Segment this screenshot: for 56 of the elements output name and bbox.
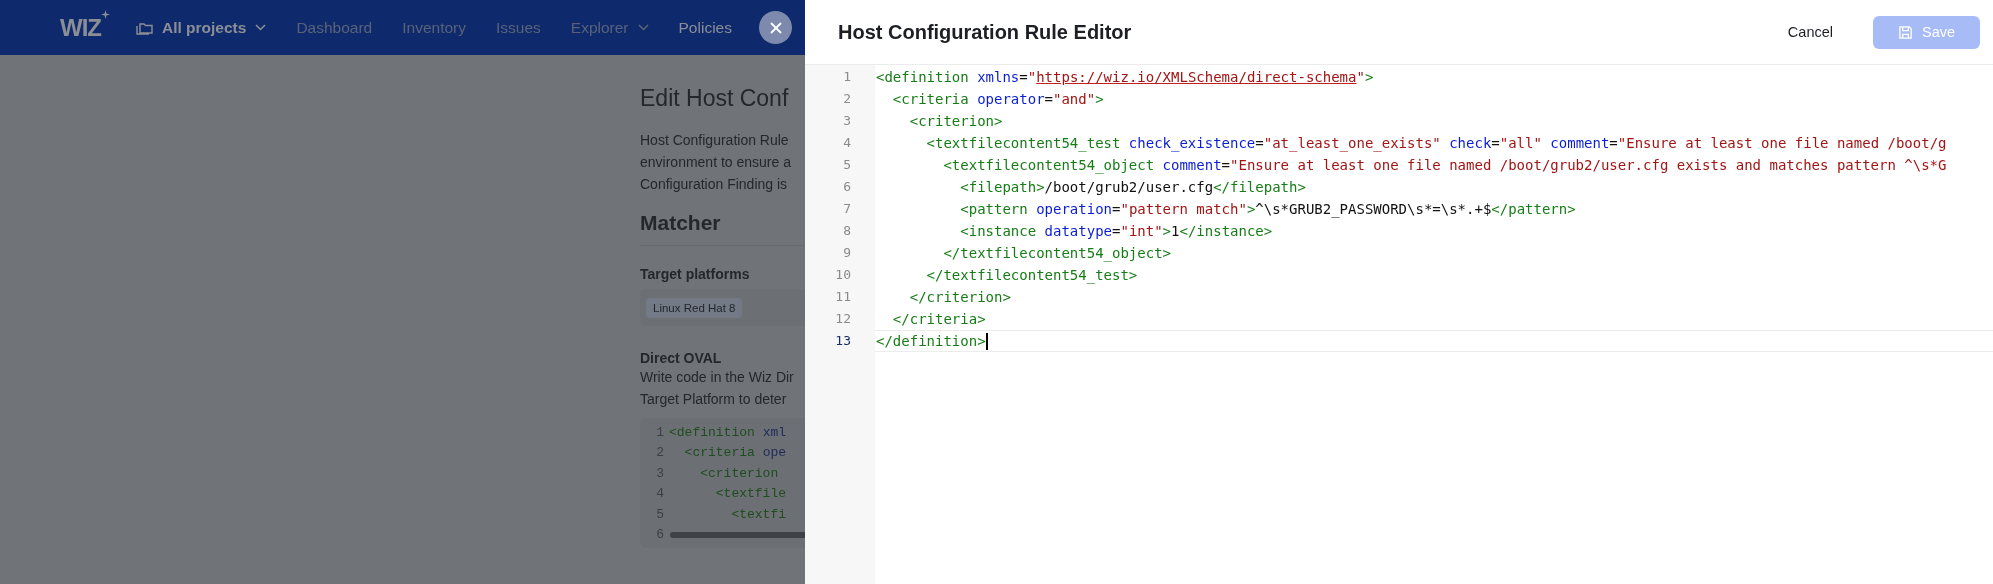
description-text: environment to ensure a [640, 153, 792, 172]
line-number: 13 [834, 332, 852, 350]
code-line: <definition xml [669, 424, 787, 440]
field-label: Direct OVAL [640, 350, 723, 366]
nav-tab[interactable]: Dashboard [296, 18, 373, 37]
description-text: Write code in the Wiz Dir [640, 368, 795, 387]
nav-tab[interactable]: Inventory [402, 18, 466, 37]
code-line: <filepath>/boot/grub2/user.cfg</filepath> [959, 179, 1306, 195]
code-line: <criteria ope [683, 445, 787, 461]
nav-tab[interactable]: Explorer [570, 18, 649, 37]
code-line: <textfilecontent54_test check_existence="at_least_one_exists" check="all" comment="Ensure at least one file named /boot/g [925, 135, 1947, 151]
line-number: 7 [842, 200, 852, 218]
line-number: 10 [834, 266, 852, 284]
code-line: <textfi [730, 506, 787, 522]
code-line: <pattern operation="pattern match">^\s*GRUB2_PASSWORD\s*=\s*.+$</pattern> [959, 201, 1576, 217]
drawer-title: Host Configuration Rule Editor [838, 20, 1133, 44]
line-number: 11 [834, 288, 852, 306]
platform-select[interactable]: Linux Red Hat 8 [640, 289, 805, 326]
nav-tab[interactable]: Issues [496, 18, 541, 37]
project-picker[interactable]: All projects [136, 18, 267, 37]
code-line: <textfilecontent54_object comment="Ensure at least one file named /boot/grub2/user.cfg exists and matches pattern ^\s*G [942, 157, 1947, 173]
platform-chip: Linux Red Hat 8 [646, 297, 743, 318]
cancel-button[interactable]: Cancel [1783, 16, 1837, 48]
code-line: </textfilecontent54_test> [925, 267, 1138, 283]
code-line: <criterion> [908, 113, 1003, 129]
folders-icon [136, 20, 153, 35]
code-line: <textfile [714, 486, 787, 502]
line-number: 1 [842, 68, 852, 86]
line-number: 8 [842, 222, 852, 240]
floppy-icon [1897, 24, 1913, 40]
code-line: </definition> [876, 333, 986, 349]
code-line: <criterion [699, 465, 779, 481]
description-text: Host Configuration Rule [640, 131, 790, 150]
page-title: Edit Host Conf [640, 85, 790, 112]
code-line: <definition xmlns="https://wiz.io/XMLSchema/direct-schema"> [876, 69, 1374, 85]
line-number: 2 [842, 90, 852, 108]
sparkle-icon [101, 9, 110, 19]
line-number: 6 [842, 178, 852, 196]
description-text: Target Platform to deter [640, 390, 788, 409]
code-line: </criterion> [908, 289, 1011, 305]
field-label: Target platforms [640, 266, 751, 282]
line-number: 4 [842, 134, 852, 152]
line-number: 9 [842, 244, 852, 262]
line-number: 12 [834, 310, 852, 328]
line-number: 3 [842, 112, 852, 130]
nav-tab[interactable]: Policies [678, 18, 732, 37]
close-icon [769, 21, 782, 34]
text-cursor [985, 332, 988, 350]
description-text: Configuration Finding is [640, 175, 789, 194]
code-line: </textfilecontent54_object> [942, 245, 1171, 261]
logo[interactable]: WIZ [60, 13, 101, 42]
code-line: </criteria> [891, 311, 986, 327]
line-number: 5 [842, 156, 852, 174]
chevron-down-icon [255, 24, 267, 31]
code-line: <instance datatype="int">1</instance> [959, 223, 1273, 239]
code-line: <criteria operator="and"> [891, 91, 1104, 107]
